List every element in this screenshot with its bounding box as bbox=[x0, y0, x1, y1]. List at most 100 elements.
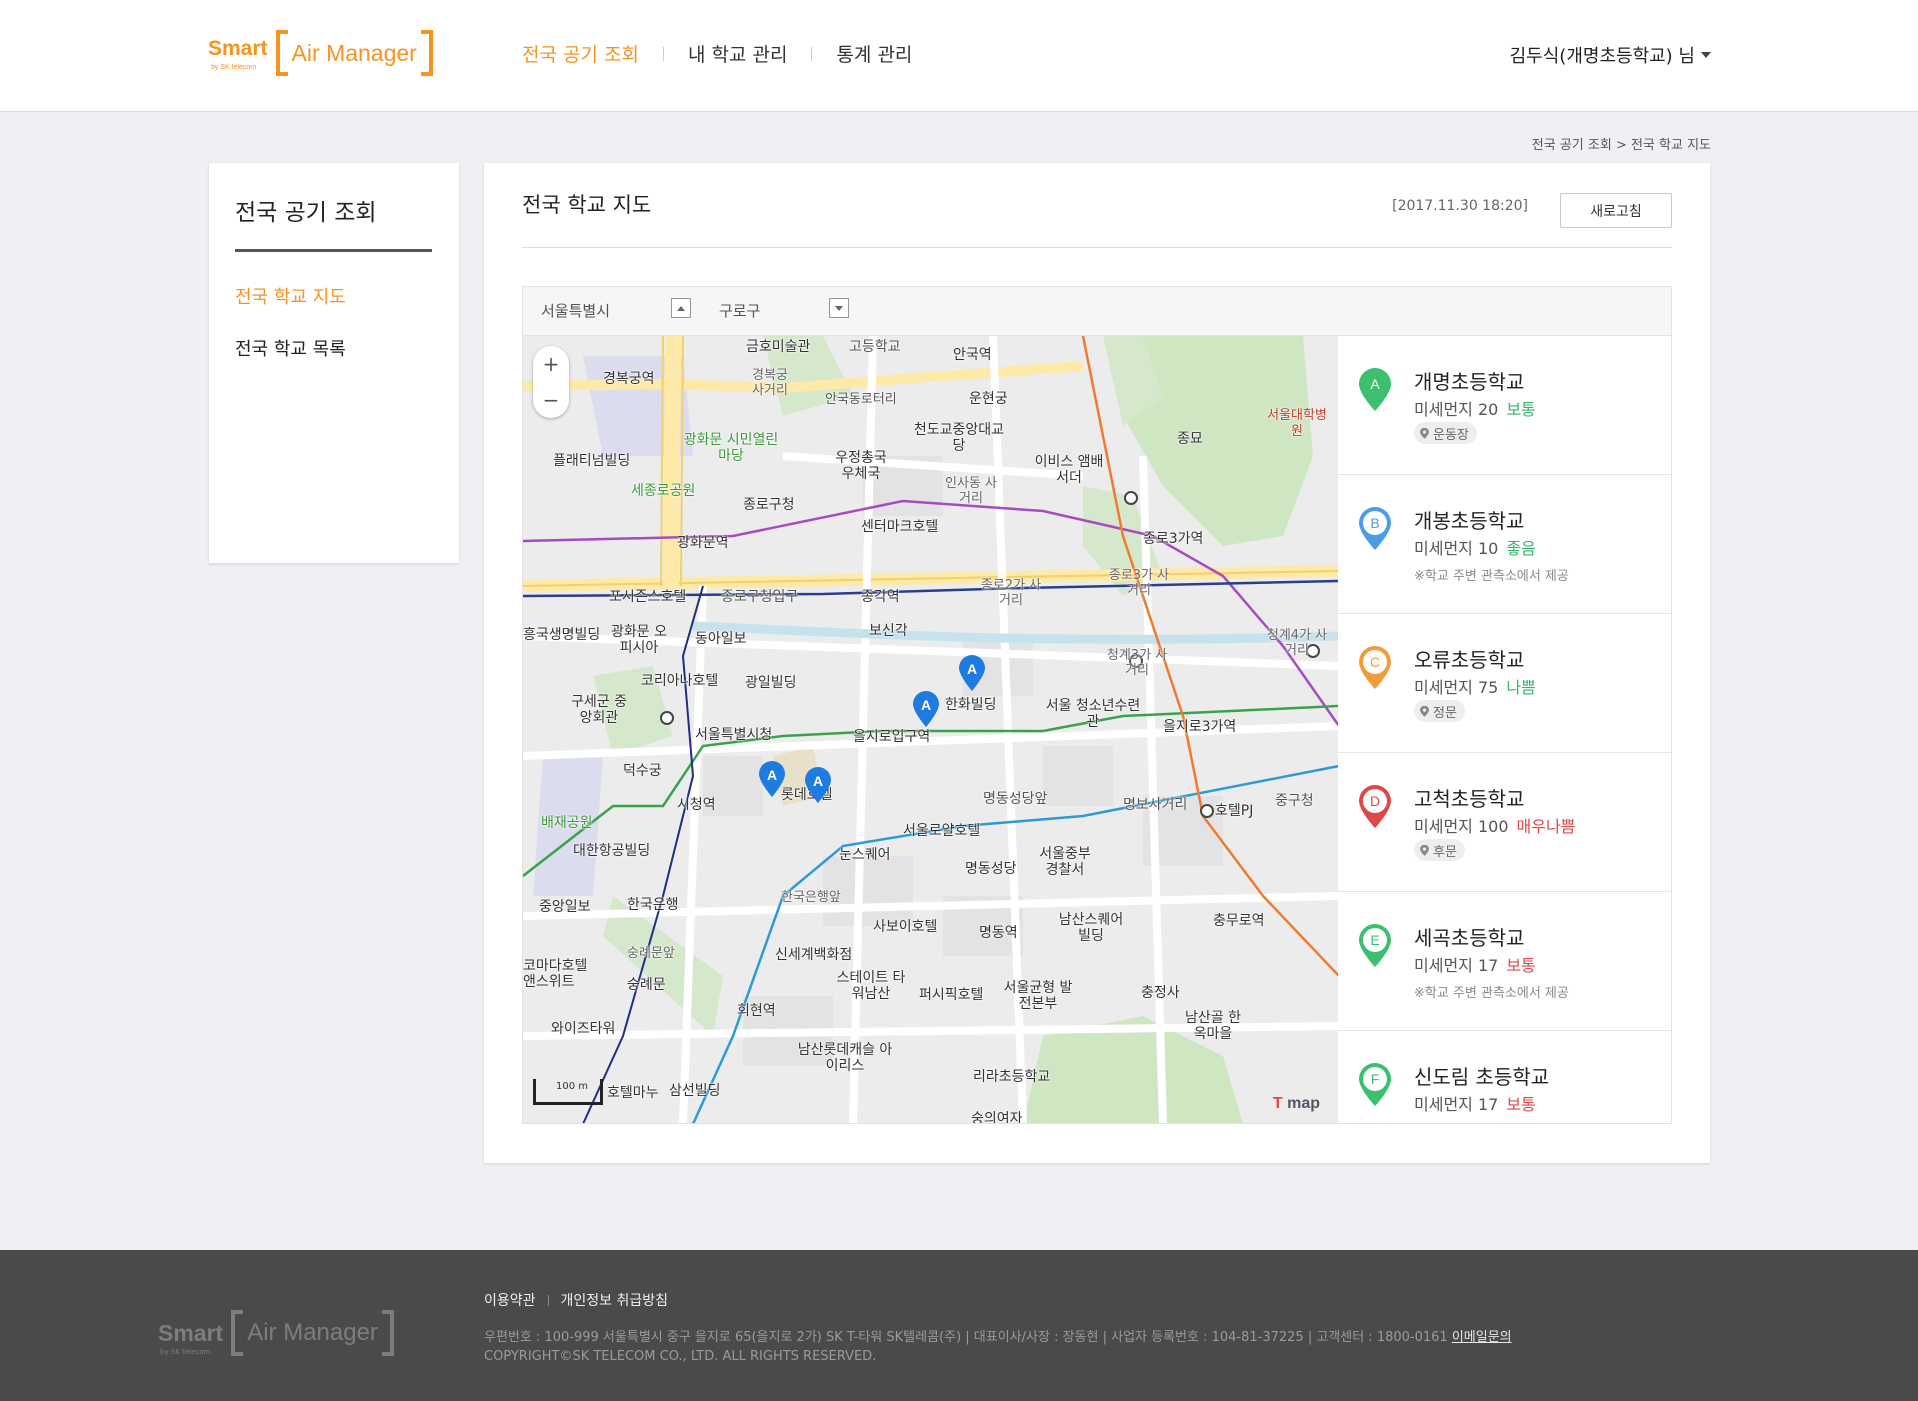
map-label: 한국은행앞 bbox=[781, 890, 841, 905]
footer-divider bbox=[547, 1294, 549, 1306]
school-map-pin[interactable]: A bbox=[957, 654, 987, 692]
map-label: 남산골 한옥마을 bbox=[1185, 1010, 1241, 1042]
map-label: 광일빌딩 bbox=[745, 675, 797, 691]
map-label: 리라초등학교 bbox=[973, 1069, 1051, 1085]
pm-reading: 미세먼지 10 좋음 bbox=[1414, 535, 1536, 559]
school-map-pin[interactable]: A bbox=[911, 690, 941, 728]
map-label: 명동성당앞 bbox=[983, 791, 1048, 807]
caret-down-icon[interactable] bbox=[829, 298, 849, 318]
map-label: 충정사 bbox=[1141, 985, 1180, 1001]
map-label: 이비스 앰배서더 bbox=[1034, 454, 1104, 486]
pm-value: 미세먼지 10 bbox=[1414, 539, 1499, 558]
pin-letter: A bbox=[921, 697, 931, 713]
school-list-item[interactable]: C 오류초등학교 미세먼지 75 나쁨 정문 bbox=[1338, 614, 1671, 753]
update-timestamp: [2017.11.30 18:20] bbox=[1392, 198, 1528, 214]
terms-link[interactable]: 이용약관 bbox=[484, 1290, 536, 1310]
map-label: 청계3가 사거리 bbox=[1106, 648, 1168, 678]
map-label: 퍼시픽호텔 bbox=[919, 987, 984, 1003]
map-label: 시청역 bbox=[677, 797, 716, 813]
header: Smart by SK telecom Air Manager 전국 공기 조회… bbox=[0, 0, 1918, 112]
map-label: 호텔마누 bbox=[607, 1085, 659, 1101]
school-marker-letter: F bbox=[1371, 1071, 1380, 1087]
map-label: 한국은행 bbox=[627, 897, 679, 913]
nav-air-lookup[interactable]: 전국 공기 조회 bbox=[522, 40, 639, 67]
map-label: 을지로3가역 bbox=[1163, 719, 1237, 735]
district-select-value: 구로구 bbox=[719, 302, 761, 320]
map-scale: 100 m bbox=[533, 1079, 603, 1105]
map-label: 숭례문앞 bbox=[627, 946, 675, 961]
school-list-item[interactable]: B 개봉초등학교 미세먼지 10 좋음 ※학교 주변 관측소에서 제공 bbox=[1338, 475, 1671, 614]
school-list-item[interactable]: D 고척초등학교 미세먼지 100 매우나쁨 후문 bbox=[1338, 753, 1671, 892]
map-label: 서울특별시청 bbox=[695, 727, 773, 743]
sensor-location-tag: 후문 bbox=[1414, 839, 1465, 861]
email-link[interactable]: 이메일문의 bbox=[1452, 1330, 1512, 1345]
nav-statistics[interactable]: 통계 관리 bbox=[836, 40, 912, 67]
refresh-button[interactable]: 새로고침 bbox=[1560, 193, 1672, 228]
caret-up-icon[interactable] bbox=[671, 298, 691, 318]
tmap-brand: map bbox=[1287, 1095, 1320, 1112]
pin-letter: A bbox=[967, 661, 977, 677]
nav-my-school[interactable]: 내 학교 관리 bbox=[688, 40, 787, 67]
pm-reading: 미세먼지 17 보통 bbox=[1414, 952, 1536, 976]
footer-logo-by: by SK telecom bbox=[160, 1348, 211, 1356]
school-map-pin[interactable]: A bbox=[757, 760, 787, 798]
air-status: 보통 bbox=[1506, 956, 1536, 975]
map-label: 서울 청소년수련관 bbox=[1045, 698, 1141, 730]
school-map-pin[interactable]: A bbox=[803, 766, 833, 804]
school-list-item[interactable]: A 개명초등학교 미세먼지 20 보통 운동장 bbox=[1338, 336, 1671, 475]
map-label: 한화빌딩 bbox=[945, 697, 997, 713]
map-label: 고등학교 bbox=[849, 339, 901, 355]
map-label: 호텔PJ bbox=[1215, 803, 1254, 819]
air-status: 나쁨 bbox=[1506, 678, 1536, 697]
privacy-link[interactable]: 개인정보 취급방침 bbox=[561, 1290, 669, 1310]
sensor-location-label: 후문 bbox=[1433, 844, 1457, 860]
map-label: 우정총국 우체국 bbox=[835, 450, 887, 482]
location-pin-icon bbox=[1420, 427, 1429, 439]
city-select[interactable]: 서울특별시 bbox=[541, 298, 691, 321]
map-label: 눈스퀘어 bbox=[839, 847, 891, 863]
air-status: 매우나쁨 bbox=[1516, 817, 1576, 836]
air-status: 보통 bbox=[1506, 400, 1536, 419]
city-select-value: 서울특별시 bbox=[541, 302, 611, 320]
logo-smart: Smart bbox=[208, 37, 268, 60]
sidebar-item-school-map[interactable]: 전국 학교 지도 bbox=[235, 283, 346, 309]
map-label: 종로구청 bbox=[743, 497, 795, 513]
company-info: 우편번호 : 100-999 서울특별시 중구 을지로 65(을지로 2가) S… bbox=[484, 1330, 1448, 1345]
sensor-location-tag: 정문 bbox=[1414, 700, 1465, 722]
sidebar-item-school-list[interactable]: 전국 학교 목록 bbox=[235, 335, 346, 361]
map-label: 보신각 bbox=[869, 623, 908, 639]
school-name: 오류초등학교 bbox=[1414, 648, 1525, 672]
footer-links: 이용약관 개인정보 취급방침 bbox=[484, 1290, 668, 1310]
school-list-item[interactable]: E 세곡초등학교 미세먼지 17 보통 ※학교 주변 관측소에서 제공 bbox=[1338, 892, 1671, 1031]
user-menu[interactable]: 김두식(개명초등학교) 님 bbox=[1510, 42, 1711, 68]
pm-value: 미세먼지 100 bbox=[1414, 817, 1509, 836]
school-list-item[interactable]: F 신도림 초등학교 미세먼지 17 보통 bbox=[1338, 1031, 1671, 1123]
map-label: 경복궁 사거리 bbox=[752, 368, 788, 398]
map-label: 광화문 시민열린마당 bbox=[683, 432, 779, 464]
map-label: 서울대학병원 bbox=[1267, 408, 1327, 439]
map-label: 천도교중앙대교당 bbox=[913, 422, 1005, 454]
zoom-out-button[interactable]: − bbox=[533, 382, 569, 418]
school-list: A 개명초등학교 미세먼지 20 보통 운동장 B 개봉초등학교 미세먼지 10 좋음 ※학교 주… bbox=[1338, 336, 1672, 1124]
map-label: 종로구청입구 bbox=[721, 589, 799, 605]
school-marker-icon: F bbox=[1359, 1063, 1391, 1106]
map-label: 종묘 bbox=[1177, 431, 1203, 447]
map-label: 서울균형 발전본부 bbox=[1003, 980, 1073, 1012]
map-label: 포시즌스호텔 bbox=[609, 589, 687, 605]
map-label: 덕수궁 bbox=[623, 763, 662, 779]
district-select[interactable]: 구로구 bbox=[719, 298, 849, 321]
pin-letter: A bbox=[813, 773, 823, 789]
main-nav: 전국 공기 조회 내 학교 관리 통계 관리 bbox=[522, 40, 912, 67]
logo[interactable]: Smart by SK telecom Air Manager bbox=[208, 28, 433, 78]
map-label: 세종로공원 bbox=[631, 483, 696, 499]
school-map[interactable]: + − 금호미술관 고등학교 안국역 경복궁역 경복궁 사거리 안국동로터리 운… bbox=[522, 336, 1338, 1124]
map-label: 동아일보 bbox=[695, 631, 747, 647]
school-marker-letter: A bbox=[1370, 376, 1380, 392]
map-label: 명동성당 bbox=[965, 861, 1017, 877]
map-label: 삼선빌딩 bbox=[669, 1083, 721, 1099]
zoom-in-button[interactable]: + bbox=[533, 346, 569, 382]
map-label: 신세계백화점 bbox=[775, 947, 853, 963]
school-marker-letter: C bbox=[1370, 654, 1380, 670]
breadcrumb: 전국 공기 조회 > 전국 학교 지도 bbox=[1531, 138, 1711, 153]
logo-bracket-left bbox=[275, 30, 288, 76]
